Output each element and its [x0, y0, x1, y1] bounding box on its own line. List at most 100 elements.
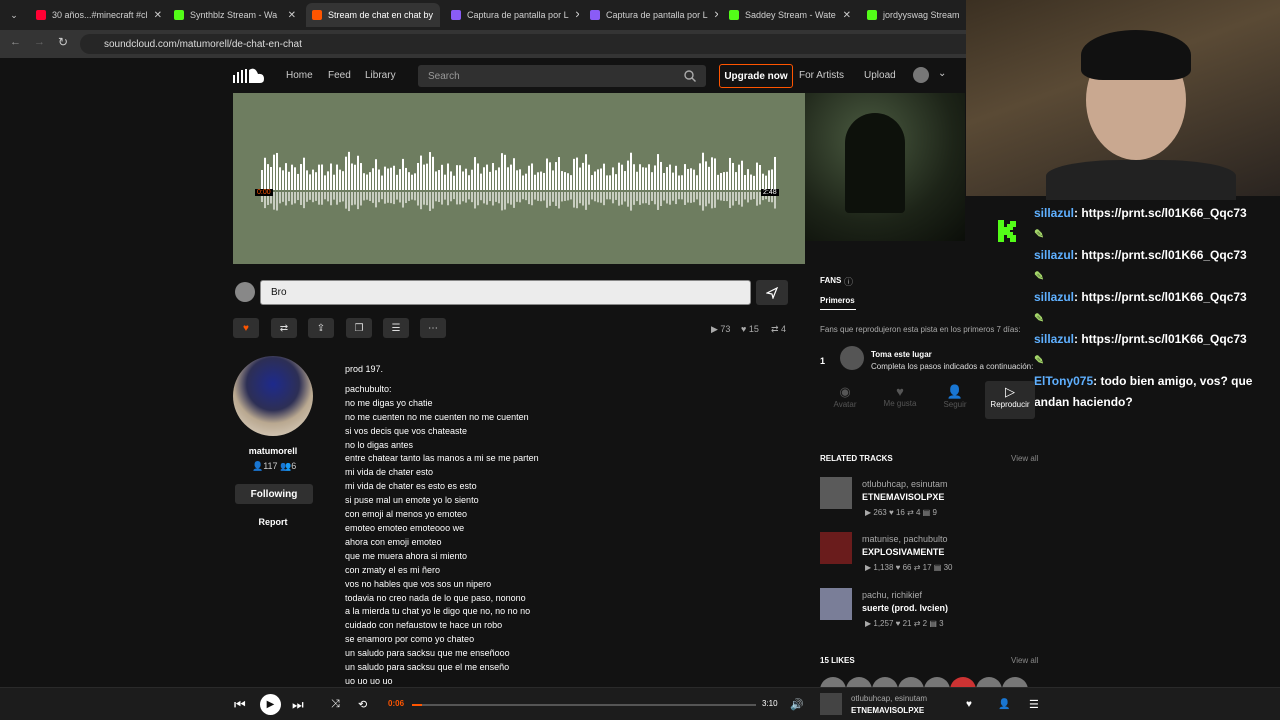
nav-feed[interactable]: Feed	[328, 70, 351, 81]
player-title[interactable]: ETNEMAVISOLPXE	[851, 706, 924, 715]
avatar-icon: ◉	[839, 384, 851, 399]
share-button[interactable]: ⇪	[308, 318, 334, 338]
close-icon[interactable]: ✕	[433, 10, 440, 21]
waveform-reflection	[696, 192, 698, 200]
track-name[interactable]: EXPLOSIVAMENTE	[862, 547, 944, 557]
track-artist[interactable]: matunise, pachubulto	[862, 534, 948, 544]
browser-tab[interactable]: Captura de pantalla por L ✕	[584, 3, 718, 27]
browser-tab[interactable]: Stream de chat en chat by✕	[306, 3, 440, 27]
upgrade-button[interactable]: Upgrade now	[719, 64, 793, 88]
waveform-bar	[321, 164, 323, 190]
track-artist[interactable]: otlubuhcap, esinutam	[862, 479, 948, 489]
waveform-bar	[546, 158, 548, 190]
player-artwork[interactable]	[820, 693, 842, 715]
back-icon[interactable]: ←	[10, 36, 21, 48]
waveform-bar	[372, 168, 374, 190]
waveform-bar	[756, 162, 758, 190]
volume-icon[interactable]: 🔊	[790, 698, 804, 711]
close-icon[interactable]: ✕	[148, 10, 162, 21]
uploader-name[interactable]: matumorell	[233, 446, 313, 456]
comment-input[interactable]: Bro	[260, 280, 751, 305]
add-to-playlist-button[interactable]: ☰	[383, 318, 409, 338]
nav-library[interactable]: Library	[365, 70, 396, 81]
waveform-reflection	[678, 192, 680, 200]
upload-link[interactable]: Upload	[864, 70, 896, 81]
previous-icon[interactable]: ⏮	[234, 697, 246, 713]
waveform-bar	[345, 156, 347, 190]
play-button[interactable]: ▶	[260, 694, 281, 715]
player-follow-icon[interactable]: 👤	[998, 699, 1010, 710]
waveform-reflection	[429, 192, 431, 211]
close-icon[interactable]: ✕	[569, 10, 579, 21]
tab-primeros[interactable]: Primeros	[820, 296, 855, 305]
user-avatar[interactable]	[913, 67, 929, 83]
track-artist[interactable]: pachu, richikief	[862, 590, 922, 600]
browser-tab[interactable]: 30 años...#minecraft #cl ✕	[30, 3, 164, 27]
progress-bar[interactable]	[412, 704, 756, 706]
reload-icon[interactable]: ↻	[58, 35, 68, 49]
copy-link-button[interactable]: ❐	[346, 318, 372, 338]
info-icon[interactable]: ⓘ	[844, 275, 853, 288]
report-link[interactable]: Report	[233, 517, 313, 527]
fan-slot-title: Toma este lugar	[871, 350, 932, 359]
for-artists-link[interactable]: For Artists	[799, 70, 844, 81]
soundcloud-logo-icon[interactable]	[233, 67, 265, 85]
following-button[interactable]: Following	[235, 484, 313, 504]
track-name[interactable]: suerte (prod. lvcien)	[862, 603, 948, 613]
fan-step-label: Seguir	[943, 400, 967, 409]
next-icon[interactable]: ⏭	[292, 697, 304, 713]
fan-step-reproducir[interactable]: ▷ Reproducir	[985, 381, 1035, 419]
plays-stat: ▶ 73	[711, 324, 731, 334]
likes-view-all[interactable]: View all	[1011, 656, 1038, 665]
fan-step-me-gusta[interactable]: ♥ Me gusta	[875, 381, 925, 419]
track-name[interactable]: ETNEMAVISOLPXE	[862, 492, 944, 502]
send-button[interactable]	[756, 280, 788, 305]
track-thumbnail[interactable]	[820, 588, 852, 620]
tab-title: Stream de chat en chat by	[328, 10, 434, 20]
track-thumbnail[interactable]	[820, 532, 852, 564]
like-button[interactable]: ♥	[233, 318, 259, 338]
likes-title: 15 LIKES	[820, 656, 855, 665]
waveform-reflection	[594, 192, 596, 202]
waveform-bar	[288, 171, 290, 190]
shuffle-icon[interactable]: ⤨	[331, 698, 340, 711]
reposts-stat: ⇄ 4	[771, 324, 787, 334]
description-line: se enamoro por como yo chateo	[345, 634, 475, 645]
browser-tab[interactable]: Synthblz Stream - Wa ✕	[168, 3, 302, 27]
nav-home[interactable]: Home	[286, 70, 313, 81]
player-heart-icon[interactable]: ♥	[966, 699, 972, 710]
waveform-bar	[540, 171, 542, 190]
repeat-icon[interactable]: ⟲	[358, 698, 367, 711]
waveform[interactable]	[261, 148, 777, 218]
forward-icon[interactable]: →	[34, 36, 45, 48]
waveform-reflection	[744, 192, 746, 200]
play-icon: ▷	[1005, 384, 1015, 399]
uploader-avatar[interactable]	[233, 356, 313, 436]
close-icon[interactable]: ✕	[282, 10, 296, 21]
close-icon[interactable]: ✕	[837, 10, 851, 21]
more-button[interactable]: ⋯	[420, 318, 446, 338]
waveform-bar	[501, 153, 503, 190]
repost-button[interactable]: ⇄	[271, 318, 297, 338]
waveform-bar	[582, 162, 584, 190]
waveform-bar	[270, 166, 272, 190]
waveform-reflection	[639, 192, 641, 205]
track-thumbnail[interactable]	[820, 477, 852, 509]
browser-tab[interactable]: jordyyswag Stream -	[861, 3, 961, 27]
search-input[interactable]: Search	[418, 65, 706, 87]
related-view-all[interactable]: View all	[1011, 454, 1038, 463]
waveform-reflection	[315, 192, 317, 201]
waveform-reflection	[507, 192, 509, 204]
search-icon[interactable]	[684, 70, 696, 82]
chevron-down-icon[interactable]: ⌄	[938, 68, 946, 79]
browser-tab[interactable]: Captura de pantalla por L ✕	[445, 3, 579, 27]
player-artist[interactable]: otlubuhcap, esinutam	[851, 694, 927, 703]
share-icon: ⇪	[316, 322, 326, 334]
queue-icon[interactable]: ☰	[1029, 698, 1039, 711]
tab-list-button[interactable]: ⌄	[4, 3, 24, 27]
fan-step-avatar[interactable]: ◉ Avatar	[820, 381, 870, 419]
browser-tab[interactable]: Saddey Stream - Wate ✕	[723, 3, 857, 27]
waveform-reflection	[372, 192, 374, 203]
close-icon[interactable]: ✕	[708, 10, 718, 21]
fan-step-seguir[interactable]: 👤 Seguir	[930, 381, 980, 419]
